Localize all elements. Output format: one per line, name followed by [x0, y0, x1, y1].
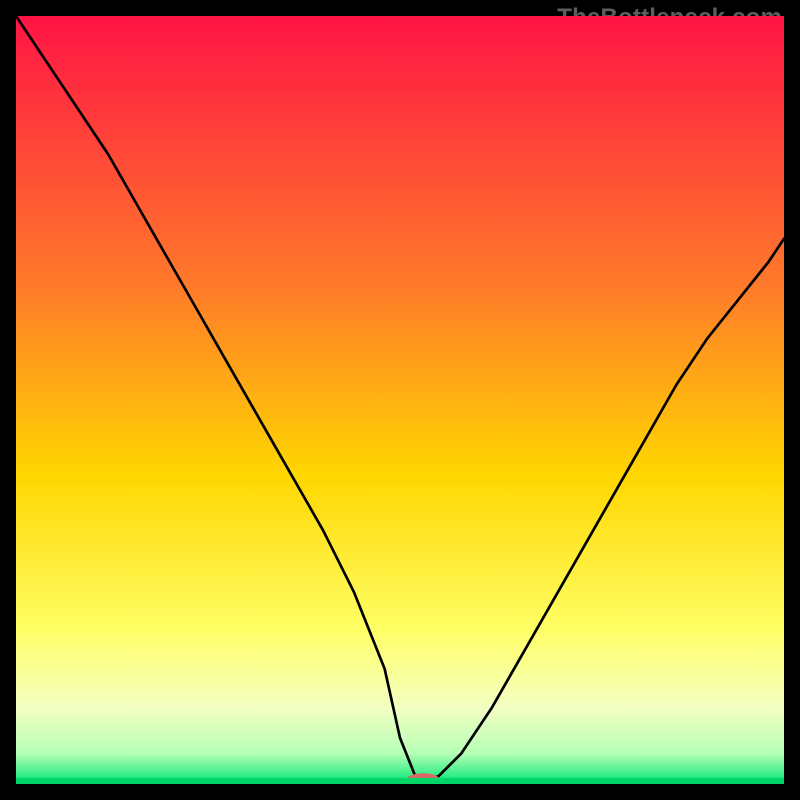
- bottleneck-chart: TheBottleneck.com: [0, 0, 800, 800]
- plot-area: [16, 16, 784, 784]
- chart-svg: [16, 16, 784, 784]
- green-baseline: [16, 778, 784, 784]
